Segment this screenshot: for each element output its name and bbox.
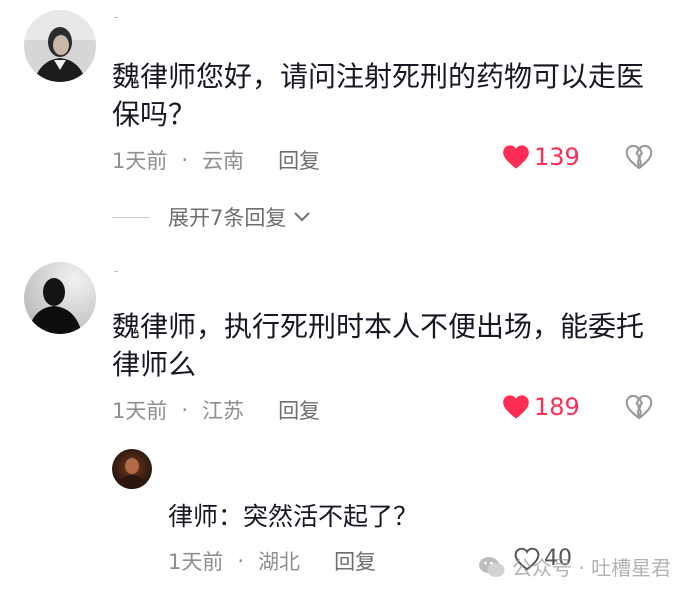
dislike-button[interactable] [625,394,653,424]
expand-replies-button[interactable]: 展开7条回复 [112,202,312,232]
reply-avatar[interactable] [112,449,152,489]
like-button[interactable]: 189 [502,393,580,421]
reply-text: 律师：突然活不起了？ [168,502,419,531]
comment-text: 魏律师，执行死刑时本人不便出场，能委托律师么 [112,310,645,381]
reply-meta: 1天前 · 湖北 回复 [168,546,376,576]
separator: · [237,549,245,573]
comment-time: 1天前 [112,399,168,423]
comment-location: 江苏 [202,399,245,423]
heart-icon [503,145,529,169]
reply-button[interactable]: 回复 [334,546,376,576]
reply-time: 1天前 [168,550,224,574]
separator: · [181,148,189,172]
username[interactable]: - [114,264,119,279]
heart-icon [503,395,529,419]
reply-button[interactable]: 回复 [278,145,320,175]
reply-button[interactable]: 回复 [278,395,320,425]
avatar[interactable] [24,10,96,82]
comment-time: 1天前 [112,149,168,173]
username[interactable]: - [114,10,119,25]
watermark: 公众号 · 吐槽星君 [478,552,671,581]
chevron-down-icon [294,212,311,222]
wechat-icon [479,556,505,577]
broken-heart-icon [625,394,653,420]
like-button[interactable]: 139 [502,143,580,171]
expand-divider [112,216,150,218]
comment-text: 魏律师您好，请问注射死刑的药物可以走医保吗？ [112,60,645,131]
expand-replies-label: 展开7条回复 [168,206,287,230]
broken-heart-icon [625,144,653,170]
comment-meta: 1天前 · 云南 回复 [112,145,320,175]
watermark-text: 公众号 · 吐槽星君 [512,556,672,580]
comment-meta: 1天前 · 江苏 回复 [112,395,320,425]
like-count: 139 [534,143,580,171]
separator: · [181,398,189,422]
reply-location: 湖北 [258,550,301,574]
comment-location: 云南 [202,149,245,173]
dislike-button[interactable] [625,144,653,174]
like-count: 189 [534,393,580,421]
avatar[interactable] [24,262,96,334]
